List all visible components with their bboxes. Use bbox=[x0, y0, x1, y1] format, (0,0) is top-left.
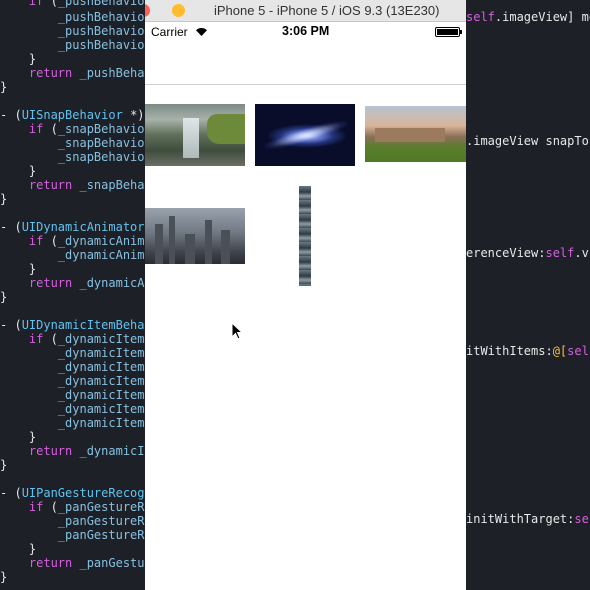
code-line: } bbox=[0, 570, 8, 584]
code-line: } bbox=[0, 458, 8, 472]
code-line: erenceView:self.v bbox=[466, 246, 589, 260]
code-line: return _panGestur bbox=[0, 556, 152, 570]
code-line: } bbox=[0, 164, 37, 178]
code-line: itWithItems:@[self bbox=[466, 344, 590, 358]
ios-status-bar: Carrier 3:06 PM bbox=[145, 22, 466, 42]
code-line: _pushBehavior bbox=[0, 38, 152, 52]
wifi-icon bbox=[196, 28, 207, 36]
code-line: } bbox=[0, 542, 37, 556]
code-line: .imageView snapTo bbox=[466, 134, 589, 148]
code-line: return _dynamicAn bbox=[0, 276, 152, 290]
simulator-title: iPhone 5 - iPhone 5 / iOS 9.3 (13E230) bbox=[214, 3, 440, 18]
code-line: if (_dynamicAnim bbox=[0, 234, 145, 248]
code-line: _pushBehavior bbox=[0, 10, 152, 24]
code-line: _dynamicItemB bbox=[0, 346, 152, 360]
simulator-titlebar[interactable]: iPhone 5 - iPhone 5 / iOS 9.3 (13E230) bbox=[145, 0, 466, 22]
code-line: _dynamicItemB bbox=[0, 388, 152, 402]
battery-icon bbox=[435, 27, 462, 37]
code-line: _panGestureRe bbox=[0, 528, 152, 542]
close-window-icon[interactable] bbox=[145, 4, 150, 17]
code-line: _dynamicAnim bbox=[0, 248, 145, 262]
code-line: } bbox=[0, 80, 8, 94]
code-line: - (UISnapBehavior *)s bbox=[0, 108, 152, 122]
code-line: } bbox=[0, 262, 37, 276]
code-line: _pushBehavior bbox=[0, 24, 152, 38]
carrier-label: Carrier bbox=[151, 25, 188, 39]
waterfall-image[interactable] bbox=[145, 104, 245, 166]
code-line: _snapBehavior bbox=[0, 136, 152, 150]
code-line: - (UIDynamicAnimator bbox=[0, 220, 145, 234]
arrow-cursor-icon bbox=[231, 322, 243, 340]
code-line: _snapBehavior bbox=[0, 150, 152, 164]
city-image[interactable] bbox=[145, 208, 245, 264]
code-line: if (_panGestureRe bbox=[0, 500, 152, 514]
code-line: initWithTarget:self bbox=[466, 512, 590, 526]
code-line: _dynamicItemB bbox=[0, 360, 152, 374]
code-line: _dynamicItemB bbox=[0, 402, 152, 416]
galaxy-image[interactable] bbox=[255, 104, 355, 166]
code-line: return _dynamicIt bbox=[0, 444, 152, 458]
code-line: _panGestureRe bbox=[0, 514, 152, 528]
status-time: 3:06 PM bbox=[282, 24, 330, 38]
code-line: } bbox=[0, 430, 37, 444]
navigation-bar bbox=[145, 42, 466, 85]
simulator-window: iPhone 5 - iPhone 5 / iOS 9.3 (13E230) C… bbox=[145, 0, 466, 590]
minimize-window-icon[interactable] bbox=[172, 4, 185, 17]
code-line: if (_pushBehavior bbox=[0, 0, 152, 8]
code-line: _dynamicItemB bbox=[0, 374, 152, 388]
code-line: } bbox=[0, 290, 8, 304]
code-line: _dynamicItemB bbox=[0, 416, 152, 430]
code-line: - (UIPanGestureRecogn bbox=[0, 486, 152, 500]
code-line: - (UIDynamicItemBehav bbox=[0, 318, 152, 332]
code-line: return _snapBehav bbox=[0, 178, 152, 192]
code-line: return _pushBehav bbox=[0, 66, 152, 80]
code-line: if (_dynamicItemB bbox=[0, 332, 152, 346]
code-line: } bbox=[0, 52, 37, 66]
campus-image[interactable] bbox=[365, 106, 466, 162]
code-line: if (_snapBehavior bbox=[0, 122, 152, 136]
code-line: } bbox=[0, 192, 8, 206]
strip-image[interactable] bbox=[299, 186, 311, 286]
code-line: self.imageView] mo bbox=[466, 10, 590, 24]
